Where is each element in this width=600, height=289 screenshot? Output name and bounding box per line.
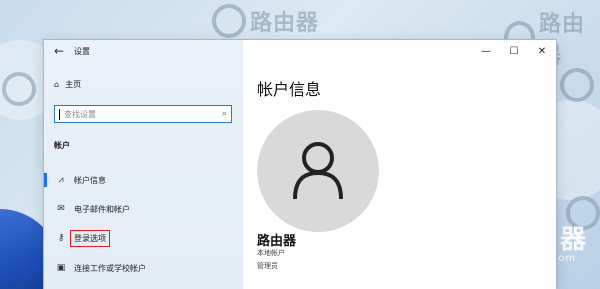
person-list-icon: ⩘: [58, 175, 64, 185]
back-arrow-icon[interactable]: ←: [44, 44, 74, 58]
avatar[interactable]: [257, 110, 379, 232]
account-role: 管理员: [257, 262, 278, 270]
watermark: 路由器: [212, 4, 319, 38]
sidebar: ← 设置 ⌂ 主页 ⌕ 帐户 ⩘ 帐户信息 ✉ 电子邮件和帐户 ⚷ 登录选项 ▣…: [44, 40, 243, 289]
search-box[interactable]: ⌕: [54, 105, 232, 123]
watermark: [560, 68, 594, 102]
user-name: 路由器: [257, 234, 297, 249]
settings-window: ← 设置 ⌂ 主页 ⌕ 帐户 ⩘ 帐户信息 ✉ 电子邮件和帐户 ⚷ 登录选项 ▣…: [44, 40, 556, 289]
window-controls: — ☐ ✕: [472, 40, 556, 62]
mail-icon: ✉: [57, 204, 65, 214]
key-icon: ⚷: [57, 233, 65, 243]
user-icon: [293, 142, 343, 200]
briefcase-icon: ▣: [56, 263, 66, 273]
sidebar-item-sign-in-options[interactable]: ⚷ 登录选项: [44, 227, 243, 249]
search-icon[interactable]: ⌕: [222, 109, 227, 119]
minimize-button[interactable]: —: [472, 40, 500, 62]
sidebar-item-label: 电子邮件和帐户: [74, 204, 130, 214]
watermark-logo-icon: [212, 4, 246, 38]
watermark-logo-icon: [2, 72, 36, 106]
sidebar-item-account-info[interactable]: ⩘ 帐户信息: [44, 169, 243, 191]
window-title: 设置: [74, 46, 90, 56]
title-bar: ← 设置: [44, 40, 243, 62]
sidebar-item-label: 连接工作或学校帐户: [74, 263, 146, 273]
section-header: 帐户: [54, 141, 70, 150]
sidebar-item-home[interactable]: ⌂ 主页: [54, 79, 81, 90]
sidebar-item-email-accounts[interactable]: ✉ 电子邮件和帐户: [44, 198, 243, 220]
watermark: [2, 72, 36, 106]
sidebar-item-label: 登录选项: [70, 229, 110, 247]
search-input[interactable]: [62, 108, 222, 120]
close-button[interactable]: ✕: [528, 40, 556, 62]
sidebar-item-work-school[interactable]: ▣ 连接工作或学校帐户: [44, 257, 243, 279]
sidebar-item-label: 主页: [65, 80, 82, 89]
watermark-logo-icon: [560, 68, 594, 102]
sidebar-item-label: 帐户信息: [74, 175, 106, 185]
main-content: — ☐ ✕ 帐户信息 路由器 本地帐户 管理员: [243, 40, 556, 289]
account-type: 本地帐户: [257, 249, 285, 257]
home-icon: ⌂: [54, 80, 60, 89]
page-title: 帐户信息: [257, 80, 322, 99]
watermark-text: 路由器: [250, 11, 320, 36]
maximize-button[interactable]: ☐: [500, 40, 528, 62]
text-cursor: [59, 108, 60, 120]
